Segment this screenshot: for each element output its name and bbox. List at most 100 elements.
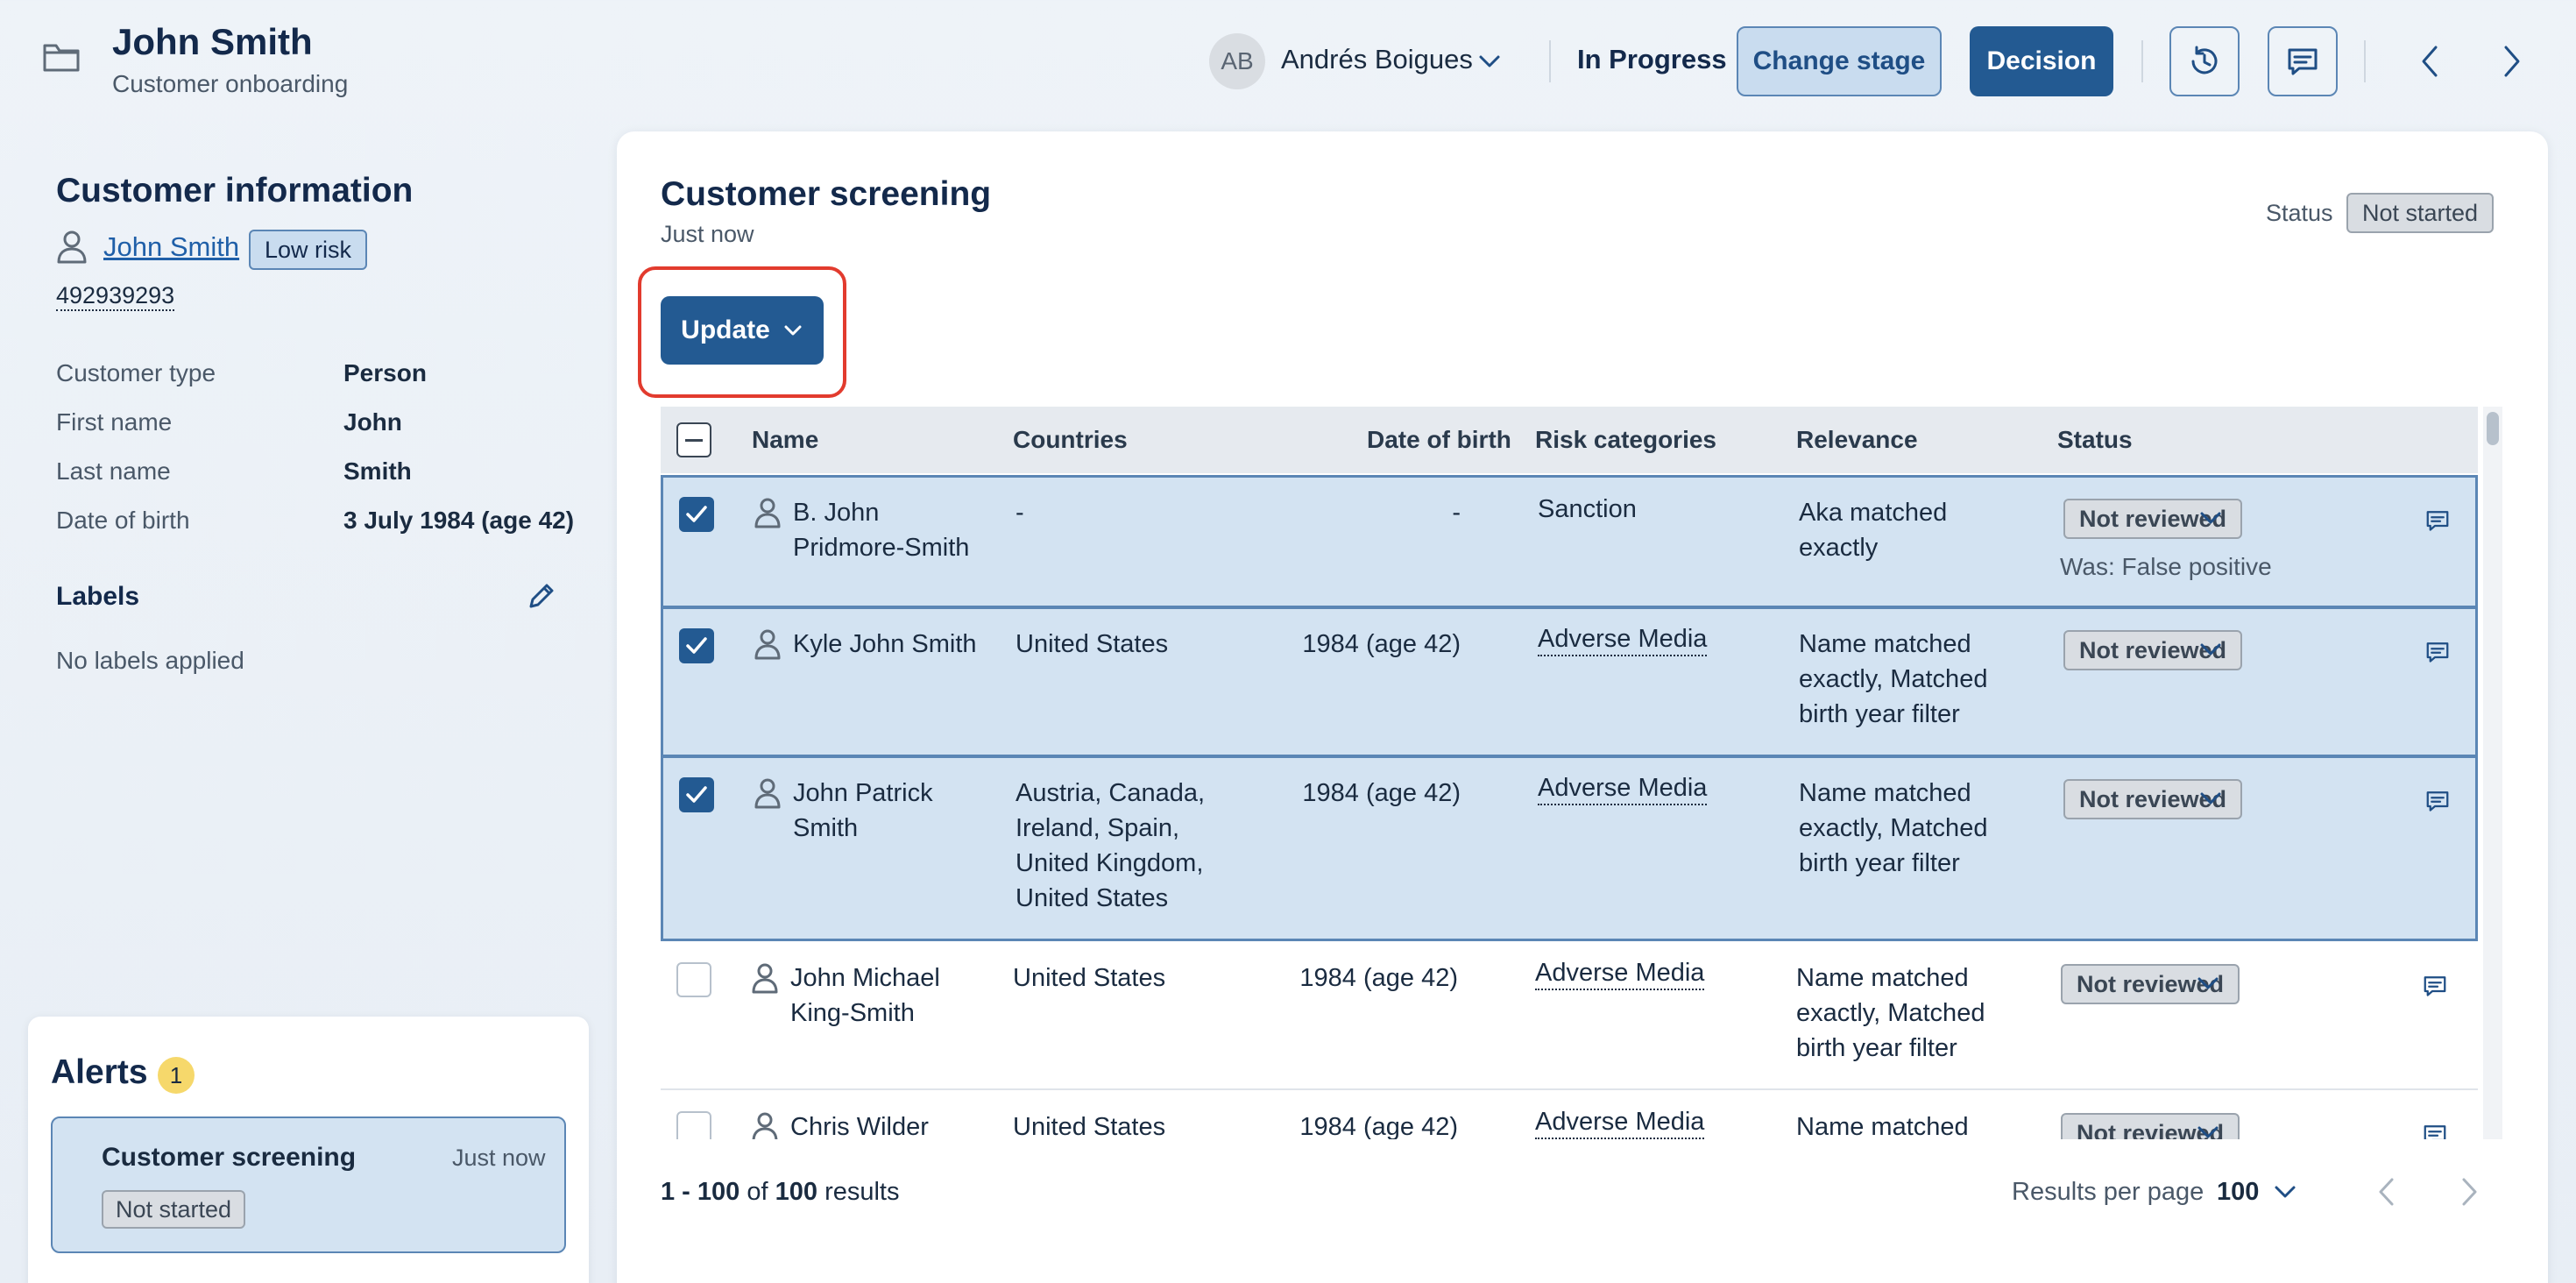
column-header-relevance[interactable]: Relevance	[1796, 426, 1918, 454]
match-name: John Patrick Smith	[793, 779, 933, 842]
customer-id: 492939293	[56, 282, 175, 311]
match-dob: -	[1452, 499, 1461, 527]
header-divider	[1549, 40, 1551, 82]
match-risk-category: Sanction	[1538, 495, 1637, 523]
match-relevance: Aka matched exactly	[1799, 499, 1948, 562]
match-relevance: Name matched	[1796, 1113, 1969, 1139]
column-header-status[interactable]: Status	[2057, 426, 2133, 454]
assignee-avatar[interactable]: AB	[1209, 33, 1265, 89]
match-countries: -	[1016, 499, 1024, 527]
row-checkbox[interactable]	[676, 1111, 711, 1139]
update-button[interactable]: Update	[661, 296, 824, 365]
comments-button[interactable]	[2268, 26, 2338, 96]
case-title: John Smith	[112, 21, 313, 62]
alerts-count-badge: 1	[158, 1057, 195, 1094]
column-header-name[interactable]: Name	[752, 426, 818, 454]
labels-empty-text: No labels applied	[56, 647, 244, 674]
person-icon	[752, 1112, 778, 1139]
history-button[interactable]	[2169, 26, 2240, 96]
column-header-countries[interactable]: Countries	[1013, 426, 1128, 454]
table-row[interactable]: B. John Pridmore-Smith - - Sanction Aka m…	[661, 475, 2478, 608]
column-header-dob[interactable]: Date of birth	[1367, 426, 1511, 454]
chevron-down-icon[interactable]	[2198, 786, 2223, 811]
last-name-label: Last name	[56, 457, 171, 485]
chevron-right-icon[interactable]	[2494, 40, 2529, 82]
labels-title: Labels	[56, 582, 140, 611]
select-all-checkbox[interactable]	[676, 422, 711, 457]
match-name: John Michael King-Smith	[790, 964, 940, 1027]
match-risk-category[interactable]: Adverse Media	[1535, 1106, 1705, 1139]
match-countries: Austria, Canada, Ireland, Spain, United Ki…	[1016, 779, 1206, 912]
table-header: Name Countries Date of birth Risk catego…	[661, 407, 2478, 473]
customer-type-label: Customer type	[56, 359, 216, 386]
chevron-right-icon[interactable]	[2453, 1173, 2485, 1211]
alert-item-time: Just now	[452, 1145, 546, 1171]
alert-item-status: Not started	[102, 1190, 246, 1229]
folder-icon	[43, 44, 80, 72]
results-count: 1 - 100 of 100 results	[661, 1178, 900, 1206]
row-checkbox[interactable]	[676, 962, 711, 997]
match-countries: United States	[1016, 630, 1169, 658]
decision-button[interactable]: Decision	[1970, 26, 2113, 96]
chevron-down-icon[interactable]	[2273, 1180, 2297, 1204]
status-badge: Not started	[2346, 193, 2495, 233]
match-risk-category[interactable]: Adverse Media	[1538, 772, 1708, 805]
dob-label: Date of birth	[56, 507, 190, 534]
chevron-down-icon[interactable]	[1477, 49, 1502, 74]
match-name: B. John Pridmore-Smith	[793, 499, 970, 562]
check-icon	[686, 506, 707, 522]
table-row[interactable]: Kyle John Smith United States 1984 (age …	[661, 606, 2478, 757]
chevron-down-icon	[784, 325, 802, 336]
table-row[interactable]: John Michael King-Smith United States 198…	[661, 941, 2478, 1090]
first-name-value: John	[343, 408, 402, 436]
row-checkbox[interactable]	[679, 777, 714, 812]
row-checkbox[interactable]	[679, 497, 714, 532]
match-dob: 1984 (age 42)	[1299, 1113, 1458, 1139]
indeterminate-mark	[685, 438, 703, 442]
comment-icon[interactable]	[2424, 788, 2451, 814]
stage-label: In Progress	[1577, 44, 1727, 74]
table-row[interactable]: John Patrick Smith Austria, Canada, Irelan…	[661, 755, 2478, 941]
assignee-name[interactable]: Andrés Boigues	[1281, 44, 1473, 75]
status-label: Status	[2266, 200, 2333, 226]
customer-name-link[interactable]: John Smith	[103, 231, 239, 263]
chevron-down-icon[interactable]	[2196, 971, 2220, 996]
match-name: Kyle John Smith	[793, 630, 977, 658]
match-relevance: Name matched exactly, Matched birth year f…	[1799, 630, 1988, 728]
match-dob: 1984 (age 42)	[1299, 964, 1458, 992]
results-per-page-label: Results per page	[2012, 1178, 2204, 1206]
match-countries: United States	[1013, 1113, 1166, 1139]
person-icon	[752, 963, 778, 994]
chevron-down-icon[interactable]	[2198, 506, 2223, 530]
chevron-left-icon[interactable]	[2413, 40, 2448, 82]
pencil-icon[interactable]	[526, 582, 556, 612]
match-risk-category[interactable]: Adverse Media	[1535, 957, 1705, 990]
comment-icon[interactable]	[2422, 1122, 2448, 1139]
table-row[interactable]: Chris Wilder United States 1984 (age 42)…	[661, 1090, 2478, 1139]
comment-icon	[2288, 48, 2318, 75]
table-scrollbar[interactable]	[2483, 407, 2502, 1139]
screening-title: Customer screening	[661, 175, 992, 213]
chevron-down-icon[interactable]	[2196, 1120, 2220, 1139]
person-icon	[754, 629, 781, 660]
customer-info-title: Customer information	[56, 172, 414, 209]
customer-type-value: Person	[343, 359, 427, 386]
comment-icon[interactable]	[2424, 507, 2451, 534]
alert-item[interactable]	[51, 1116, 566, 1253]
chevron-down-icon[interactable]	[2198, 637, 2223, 662]
screening-time: Just now	[661, 221, 754, 247]
table-scrollbar-thumb[interactable]	[2487, 412, 2499, 445]
match-risk-category[interactable]: Adverse Media	[1538, 623, 1708, 656]
comment-icon[interactable]	[2422, 973, 2448, 999]
row-checkbox[interactable]	[679, 628, 714, 663]
comment-icon[interactable]	[2424, 639, 2451, 665]
person-icon	[754, 778, 781, 809]
column-header-risk[interactable]: Risk categories	[1535, 426, 1716, 454]
results-per-page-select[interactable]: 100	[2217, 1178, 2259, 1207]
match-dob: 1984 (age 42)	[1302, 630, 1461, 658]
dob-value: 3 July 1984 (age 42)	[343, 507, 575, 534]
match-name: Chris Wilder	[790, 1113, 929, 1139]
history-icon	[2191, 46, 2218, 74]
change-stage-button[interactable]: Change stage	[1737, 26, 1942, 96]
chevron-left-icon[interactable]	[2371, 1173, 2403, 1211]
